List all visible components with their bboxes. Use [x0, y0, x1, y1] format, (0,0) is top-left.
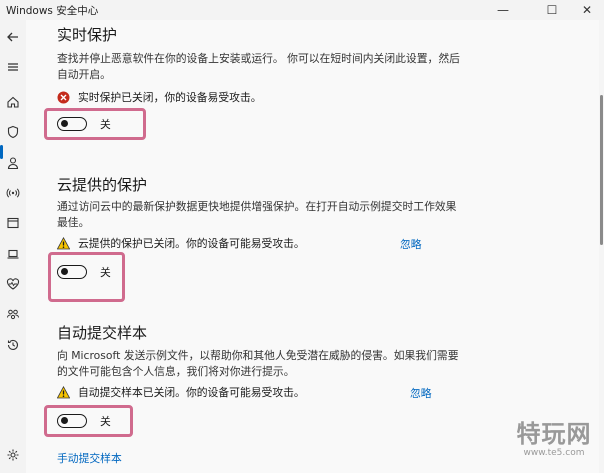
realtime-protection-status: 实时保护已关闭，你的设备易受攻击。 — [57, 89, 262, 105]
auto-sample-submission-title: 自动提交样本 — [57, 324, 148, 342]
realtime-protection-toggle-row: 关 — [57, 114, 111, 134]
history-clock-icon[interactable] — [4, 336, 22, 354]
auto-sample-submission-status: 自动提交样本已关闭。你的设备可能易受攻击。 — [57, 384, 305, 400]
auto-sample-submission-status-text: 自动提交样本已关闭。你的设备可能易受攻击。 — [78, 386, 305, 399]
manual-submit-sample-link[interactable]: 手动提交样本 — [57, 450, 122, 466]
error-icon — [57, 91, 70, 104]
scroll-thumb[interactable] — [600, 95, 603, 245]
active-nav-indicator — [0, 145, 3, 159]
cloud-protection-status: 云提供的保护已关闭。你的设备可能易受攻击。 — [57, 235, 305, 251]
scrollbar[interactable] — [599, 20, 604, 473]
settings-gear-icon[interactable] — [4, 446, 22, 464]
realtime-protection-toggle[interactable] — [57, 117, 87, 131]
toggle-knob — [61, 417, 68, 424]
realtime-protection-status-text: 实时保护已关闭，你的设备易受攻击。 — [78, 91, 262, 104]
auto-sample-submission-toggle-row: 关 — [57, 411, 111, 431]
auto-sample-submission-toggle-label: 关 — [100, 415, 111, 428]
network-antenna-icon[interactable] — [4, 184, 22, 202]
title-bar: Windows 安全中心 — ☐ ✕ — [0, 0, 604, 20]
close-button[interactable]: ✕ — [567, 0, 604, 20]
shield-icon[interactable] — [4, 123, 22, 141]
cloud-protection-toggle-label: 关 — [100, 266, 111, 279]
realtime-protection-toggle-label: 关 — [100, 118, 111, 131]
watermark-url: www.te5.com — [523, 448, 585, 458]
cloud-protection-title: 云提供的保护 — [57, 176, 148, 194]
minimize-button[interactable]: — — [483, 0, 523, 20]
watermark-logo-text: 特玩网 — [516, 420, 592, 448]
realtime-protection-title: 实时保护 — [57, 26, 118, 44]
app-browser-icon[interactable] — [4, 214, 22, 232]
cloud-protection-toggle[interactable] — [57, 265, 87, 279]
watermark: 特玩网 www.te5.com — [508, 420, 600, 470]
cloud-protection-toggle-row: 关 — [57, 262, 111, 282]
back-arrow-icon[interactable] — [4, 28, 22, 46]
laptop-icon[interactable] — [4, 245, 22, 263]
main-content: 实时保护 查找并停止恶意软件在你的设备上安装或运行。 你可以在短时间内关闭此设置… — [26, 20, 600, 473]
toggle-knob — [61, 120, 68, 127]
auto-sample-submission-ignore-link[interactable]: 忽略 — [410, 385, 432, 401]
warning-icon — [57, 236, 70, 250]
realtime-protection-description: 查找并停止恶意软件在你的设备上安装或运行。 你可以在短时间内关闭此设置，然后自动… — [57, 52, 460, 81]
family-icon[interactable] — [4, 306, 22, 324]
sidebar — [0, 20, 26, 473]
window-title: Windows 安全中心 — [6, 5, 99, 17]
hamburger-menu-icon[interactable] — [4, 58, 22, 76]
auto-sample-submission-toggle[interactable] — [57, 414, 87, 428]
account-person-icon[interactable] — [4, 154, 22, 172]
auto-sample-submission-description: 向 Microsoft 发送示例文件，以帮助你和其他人免受潜在威胁的侵害。如果我… — [57, 349, 459, 378]
health-heart-icon[interactable] — [4, 275, 22, 293]
home-icon[interactable] — [4, 93, 22, 111]
maximize-button[interactable]: ☐ — [532, 0, 572, 20]
toggle-knob — [61, 268, 68, 275]
cloud-protection-description: 通过访问云中的最新保护数据更快地提供增强保护。在打开自动示例提交时工作效果最佳。 — [57, 200, 457, 229]
cloud-protection-ignore-link[interactable]: 忽略 — [400, 236, 422, 252]
cloud-protection-status-text: 云提供的保护已关闭。你的设备可能易受攻击。 — [78, 237, 305, 250]
warning-icon — [57, 385, 70, 399]
